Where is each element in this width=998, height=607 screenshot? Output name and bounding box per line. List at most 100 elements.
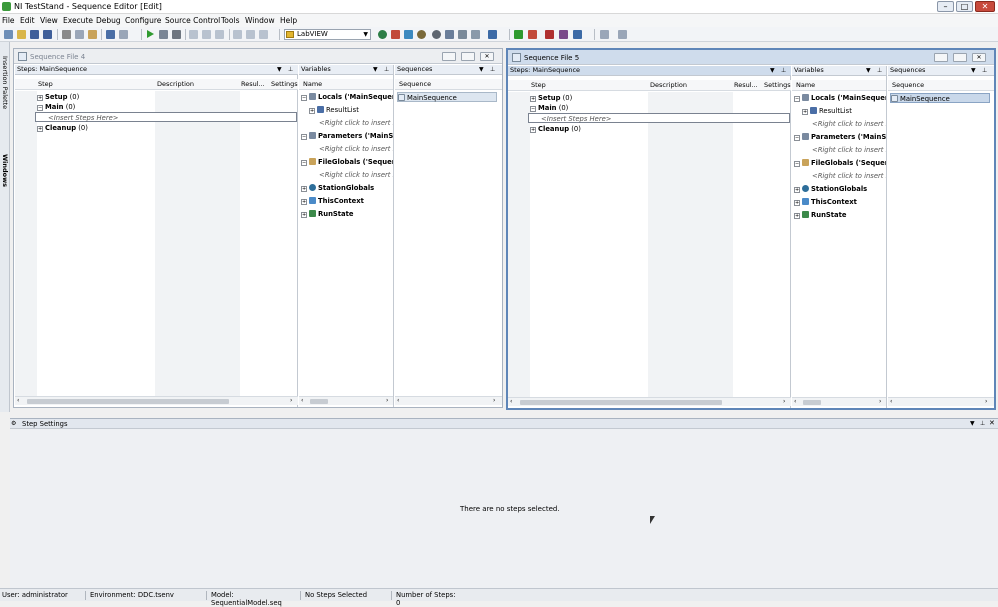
var-locals[interactable]: −Locals ('MainSequence') <box>794 93 886 103</box>
insert-fileglobals-hint[interactable]: <Right click to insert File Globals> <box>319 170 393 180</box>
sequences-hscrollbar[interactable]: ‹ › <box>888 397 994 406</box>
scroll-thumb[interactable] <box>27 399 229 404</box>
var-resultlist[interactable]: + ResultList <box>309 105 359 115</box>
insert-locals-hint[interactable]: <Right click to insert Locals> <box>319 118 393 128</box>
column-description[interactable]: Description <box>650 80 687 90</box>
group-main[interactable]: − Main (0) <box>530 103 568 113</box>
save-icon[interactable] <box>30 30 39 39</box>
check-out-icon[interactable] <box>528 30 537 39</box>
scroll-thumb[interactable] <box>520 400 722 405</box>
pause-icon[interactable] <box>159 30 168 39</box>
pin-icon[interactable]: ⊥ <box>877 66 882 75</box>
types-icon[interactable] <box>404 30 413 39</box>
var-parameters[interactable]: −Parameters ('MainSequence') <box>301 131 393 141</box>
column-result[interactable]: Resul... <box>241 79 265 89</box>
var-runstate[interactable]: + RunState <box>301 209 354 219</box>
maximize-button[interactable] <box>461 52 475 61</box>
chevron-down-icon[interactable]: ▼ <box>277 65 282 74</box>
group-setup[interactable]: + Setup (0) <box>530 93 572 103</box>
redo-icon[interactable] <box>119 30 128 39</box>
diff-icon[interactable] <box>458 30 467 39</box>
insert-locals-hint[interactable]: <Right click to insert Locals> <box>812 119 886 129</box>
pin-icon[interactable]: ⊥ <box>288 65 293 74</box>
var-parameters[interactable]: −Parameters ('MainSequence') <box>794 132 886 142</box>
menu-window[interactable]: Window <box>245 16 275 25</box>
insert-steps-here[interactable]: <Insert Steps Here> <box>528 113 790 123</box>
menu-source-control[interactable]: Source Control <box>165 16 220 25</box>
step-out-icon[interactable] <box>215 30 224 39</box>
chevron-down-icon[interactable]: ▼ <box>971 66 976 75</box>
scroll-thumb[interactable] <box>803 400 821 405</box>
search-icon[interactable] <box>432 30 441 39</box>
find-icon[interactable] <box>445 30 454 39</box>
variables-hscrollbar[interactable]: ‹ › <box>299 396 393 405</box>
menu-configure[interactable]: Configure <box>125 16 161 25</box>
column-description[interactable]: Description <box>157 79 194 89</box>
var-locals[interactable]: −Locals ('MainSequence') <box>301 92 393 102</box>
column-name[interactable]: Name <box>796 81 815 89</box>
window-title-bar[interactable]: Sequence File 5 ✕ <box>508 50 994 65</box>
chevron-down-icon[interactable]: ▼ <box>866 66 871 75</box>
group-main[interactable]: − Main (0) <box>37 102 75 112</box>
chevron-down-icon[interactable]: ▼ <box>479 65 484 74</box>
back-icon[interactable] <box>600 30 609 39</box>
analyze-icon[interactable] <box>471 30 480 39</box>
column-result[interactable]: Resul... <box>734 80 758 90</box>
minimize-button[interactable] <box>442 52 456 61</box>
undo-checkout-icon[interactable] <box>545 30 554 39</box>
variables-icon[interactable] <box>391 30 400 39</box>
var-fileglobals[interactable]: −FileGlobals ('Sequence File 5') <box>794 158 886 168</box>
pin-icon[interactable]: ⊥ <box>490 65 495 74</box>
undo-icon[interactable] <box>106 30 115 39</box>
menu-file[interactable]: File <box>2 16 15 25</box>
globe-icon[interactable] <box>378 30 387 39</box>
copy-icon[interactable] <box>75 30 84 39</box>
menu-debug[interactable]: Debug <box>96 16 121 25</box>
sequence-item-mainsequence[interactable]: MainSequence <box>890 93 990 103</box>
menu-tools[interactable]: Tools <box>221 16 239 25</box>
var-stationglobals[interactable]: + StationGlobals <box>794 184 867 194</box>
menu-view[interactable]: View <box>40 16 58 25</box>
chevron-down-icon[interactable]: ▼ <box>970 420 975 427</box>
insert-fileglobals-hint[interactable]: <Right click to insert File Globals> <box>812 171 886 181</box>
maximize-button[interactable]: □ <box>956 1 973 12</box>
var-resultlist[interactable]: + ResultList <box>802 106 852 116</box>
group-cleanup[interactable]: + Cleanup (0) <box>530 124 581 134</box>
column-sequence[interactable]: Sequence <box>399 80 431 88</box>
tab-insertion-palette[interactable]: Insertion Palette <box>1 56 9 109</box>
insert-parameters-hint[interactable]: <Right click to insert Parameters> <box>812 145 886 155</box>
new-icon[interactable] <box>4 30 13 39</box>
close-icon[interactable]: ✕ <box>989 419 995 427</box>
breakpoint-icon[interactable] <box>233 30 242 39</box>
sequence-item-mainsequence[interactable]: MainSequence <box>397 92 497 102</box>
menu-execute[interactable]: Execute <box>63 16 93 25</box>
var-thiscontext[interactable]: + ThisContext <box>301 196 364 206</box>
column-settings[interactable]: Settings <box>764 80 791 90</box>
report-icon[interactable] <box>417 30 426 39</box>
column-settings[interactable]: Settings <box>271 79 298 89</box>
insert-steps-here[interactable]: <Insert Steps Here> <box>35 112 297 122</box>
menu-help[interactable]: Help <box>280 16 297 25</box>
insert-parameters-hint[interactable]: <Right click to insert Parameters> <box>319 144 393 154</box>
pin-icon[interactable]: ⊥ <box>781 66 786 75</box>
pin-icon[interactable]: ⊥ <box>982 66 987 75</box>
step-over-icon[interactable] <box>202 30 211 39</box>
save-all-icon[interactable] <box>43 30 52 39</box>
history-icon[interactable] <box>559 30 568 39</box>
close-button[interactable]: ✕ <box>480 52 494 61</box>
forward-icon[interactable] <box>618 30 627 39</box>
check-in-icon[interactable] <box>514 30 523 39</box>
sequence-file-4-window[interactable]: Sequence File 4 ✕ Steps: MainSequence ▼ … <box>13 48 503 408</box>
stop-icon[interactable] <box>172 30 181 39</box>
var-thiscontext[interactable]: + ThisContext <box>794 197 857 207</box>
maximize-button[interactable] <box>953 53 967 62</box>
run-icon[interactable] <box>147 30 154 38</box>
pin-icon[interactable]: ⊥ <box>980 420 985 427</box>
minimize-button[interactable] <box>934 53 948 62</box>
tab-windows[interactable]: Windows <box>1 154 9 187</box>
sequences-hscrollbar[interactable]: ‹ › <box>395 396 502 405</box>
column-sequence[interactable]: Sequence <box>892 81 924 89</box>
column-step[interactable]: Step <box>38 79 53 89</box>
var-fileglobals[interactable]: −FileGlobals ('Sequence File 4') <box>301 157 393 167</box>
cut-icon[interactable] <box>62 30 71 39</box>
